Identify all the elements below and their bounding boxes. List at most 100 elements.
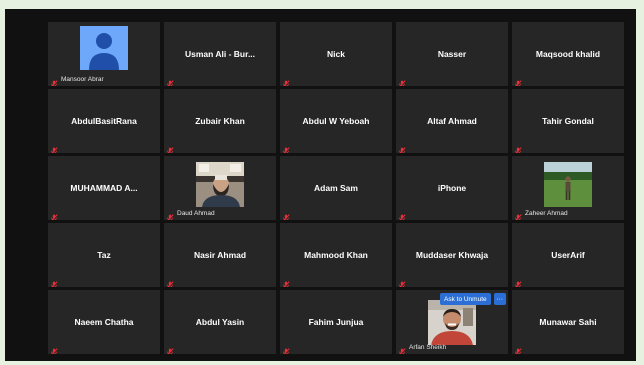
participant-tile-tahir-gondal[interactable]: Tahir Gondal [512,89,624,153]
participant-tile-arfan-sheikh[interactable]: Arfan Sheikh Ask to Unmute ··· [396,290,508,354]
tile-footer: Daud Ahmad [166,209,215,220]
participant-tile-muhammad-a[interactable]: MUHAMMAD A... [48,156,160,220]
participant-tile-daud-ahmad[interactable]: Daud Ahmad [164,156,276,220]
muted-mic-icon [398,276,406,287]
muted-mic-icon [166,209,174,220]
muted-mic-icon [398,142,406,153]
muted-mic-icon [166,343,174,354]
tile-footer [398,209,406,220]
tile-footer [398,276,406,287]
participant-tile-zaheer-ahmad[interactable]: Zaheer Ahmad [512,156,624,220]
participant-tile-iphone[interactable]: iPhone [396,156,508,220]
participant-name: AbdulBasitRana [71,116,137,126]
participant-name: Nick [327,49,345,59]
participant-tile-taz[interactable]: Taz [48,223,160,287]
participant-tile-fahim-junjua[interactable]: Fahim Junjua [280,290,392,354]
participant-name: Altaf Ahmad [427,116,477,126]
muted-mic-icon [282,343,290,354]
tile-footer [282,142,290,153]
participant-name: Fahim Junjua [308,317,364,327]
muted-mic-icon [50,209,58,220]
participant-name: Maqsood khalid [535,49,601,59]
participant-name: MUHAMMAD A... [70,183,138,193]
muted-mic-icon [282,142,290,153]
participant-label: Zaheer Ahmad [525,209,568,217]
tile-footer [398,142,406,153]
participant-tile-nasir-ahmad[interactable]: Nasir Ahmad [164,223,276,287]
participant-name: Usman Ali - Bur... [184,49,256,59]
participant-name: Muddaser Khwaja [415,250,489,260]
participant-name: Taz [97,250,111,260]
muted-mic-icon [398,343,406,354]
participant-tile-userarif[interactable]: UserArif [512,223,624,287]
participant-name: Zubair Khan [195,116,245,126]
muted-mic-icon [50,343,58,354]
participant-video [544,162,592,207]
participant-video [196,162,244,207]
muted-mic-icon [398,75,406,86]
participant-name: UserArif [551,250,585,260]
tile-footer [166,75,174,86]
tile-footer [166,343,174,354]
participant-tile-nick[interactable]: Nick [280,22,392,86]
participant-name: Tahir Gondal [542,116,594,126]
participant-tile-mahmood-khan[interactable]: Mahmood Khan [280,223,392,287]
participant-tile-adam-sam[interactable]: Adam Sam [280,156,392,220]
tile-footer [514,276,522,287]
muted-mic-icon [514,142,522,153]
participant-name: iPhone [437,183,467,193]
tile-footer [166,142,174,153]
participant-tile-abdul-yasin[interactable]: Abdul Yasin [164,290,276,354]
muted-mic-icon [282,209,290,220]
tile-footer [282,209,290,220]
muted-mic-icon [166,276,174,287]
participant-tile-mansoor-abrar[interactable]: Mansoor Abrar [48,22,160,86]
participant-tile-maqsood-khalid[interactable]: Maqsood khalid [512,22,624,86]
ask-to-unmute-button[interactable]: Ask to Unmute [440,293,491,305]
tile-footer [398,75,406,86]
muted-mic-icon [50,75,58,86]
participant-name: Nasser [437,49,467,59]
muted-mic-icon [514,209,522,220]
participant-tile-abdul-w-yeboah[interactable]: Abdul W Yeboah [280,89,392,153]
participant-name: Abdul Yasin [195,317,245,327]
tile-footer [50,276,58,287]
muted-mic-icon [514,343,522,354]
participant-tile-altaf-ahmad[interactable]: Altaf Ahmad [396,89,508,153]
more-options-button[interactable]: ··· [493,293,506,305]
meeting-gallery-window: Mansoor Abrar Usman Ali - Bur... Nick Nasse… [5,9,636,361]
tile-footer: Zaheer Ahmad [514,209,568,220]
participant-tile-zubair-khan[interactable]: Zubair Khan [164,89,276,153]
participant-tile-muddaser-khwaja[interactable]: Muddaser Khwaja [396,223,508,287]
tile-footer [50,142,58,153]
participant-name: Naeem Chatha [74,317,134,327]
muted-mic-icon [282,276,290,287]
tile-footer [282,276,290,287]
muted-mic-icon [398,209,406,220]
tile-footer [514,142,522,153]
participant-tile-nasser[interactable]: Nasser [396,22,508,86]
participant-name: Munawar Sahi [539,317,597,327]
muted-mic-icon [166,142,174,153]
participant-tile-usman-ali-bur[interactable]: Usman Ali - Bur... [164,22,276,86]
participant-label: Daud Ahmad [177,209,215,217]
tile-footer [50,343,58,354]
participant-name: Abdul W Yeboah [302,116,370,126]
participant-name: Nasir Ahmad [193,250,247,260]
muted-mic-icon [514,75,522,86]
participant-name: Mahmood Khan [304,250,368,260]
participant-tile-munawar-sahi[interactable]: Munawar Sahi [512,290,624,354]
participant-tile-abdulbasitrana[interactable]: AbdulBasitRana [48,89,160,153]
tile-footer [282,343,290,354]
muted-mic-icon [50,276,58,287]
tile-footer: Arfan Sheikh [398,343,447,354]
participant-name: Adam Sam [314,183,358,193]
tile-footer [166,276,174,287]
muted-mic-icon [282,75,290,86]
gallery-grid: Mansoor Abrar Usman Ali - Bur... Nick Nasse… [48,22,624,354]
tile-footer [282,75,290,86]
participant-label: Mansoor Abrar [61,75,104,83]
participant-label: Arfan Sheikh [409,343,447,351]
participant-tile-naeem-chatha[interactable]: Naeem Chatha [48,290,160,354]
default-avatar [80,26,128,70]
